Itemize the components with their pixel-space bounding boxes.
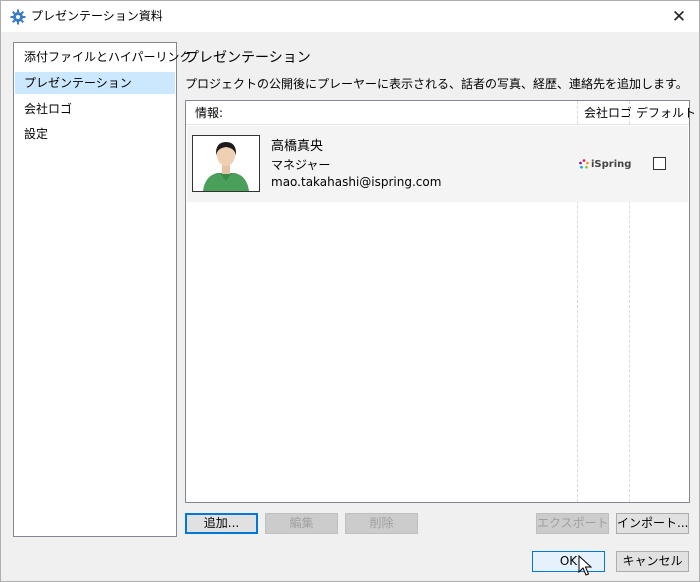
presenters-table: 情報: 会社ロゴ デフォルト 高橋真央 マネジャー mao.takahashi@… [185,100,696,503]
title-bar: プレゼンテーション資料 ✕ [1,1,699,32]
presentation-info-dialog: プレゼンテーション資料 ✕ 添付ファイルとハイパーリンク プレゼンテーション 会… [0,0,700,582]
ok-button[interactable]: OK [532,551,605,572]
export-button[interactable]: エクスポート [536,513,609,534]
column-header-default[interactable]: デフォルト [636,101,696,125]
edit-button[interactable]: 編集 [265,513,338,534]
sidebar-item-presentation[interactable]: プレゼンテーション [15,72,175,94]
gear-icon [10,9,26,25]
default-checkbox[interactable] [653,157,666,170]
presenter-photo [192,135,260,192]
ispring-logo-icon [579,159,589,169]
presenter-role: マネジャー [271,158,331,172]
sidebar: 添付ファイルとハイパーリンク プレゼンテーション 会社ロゴ 設定 [13,42,192,537]
window-title: プレゼンテーション資料 [31,9,163,23]
add-button[interactable]: 追加... [185,513,258,534]
table-header: 情報: 会社ロゴ デフォルト [186,101,696,125]
column-header-company-logo[interactable]: 会社ロゴ [584,101,632,125]
close-icon[interactable]: ✕ [672,7,686,27]
section-description: プロジェクトの公開後にプレーヤーに表示される、話者の写真、経歴、連絡先を追加しま… [185,77,688,91]
column-header-info[interactable]: 情報: [195,101,223,125]
presenter-name: 高橋真央 [271,139,324,154]
close-button[interactable]: ✕ [659,1,699,32]
table-row[interactable]: 高橋真央 マネジャー mao.takahashi@ispring.com iSp… [187,126,688,202]
sidebar-item-settings[interactable]: 設定 [15,123,175,145]
section-title: プレゼンテーション [185,50,311,66]
cancel-button[interactable]: キャンセル [616,551,689,572]
import-button[interactable]: インポート... [616,513,689,534]
logo-text: iSpring [591,158,632,170]
company-logo: iSpring [579,156,631,172]
presenter-email: mao.takahashi@ispring.com [271,175,442,189]
sidebar-item-attachments[interactable]: 添付ファイルとハイパーリンク [15,46,192,68]
delete-button[interactable]: 削除 [345,513,418,534]
mouse-cursor-icon [578,555,593,576]
sidebar-item-company-logo[interactable]: 会社ロゴ [15,98,175,120]
